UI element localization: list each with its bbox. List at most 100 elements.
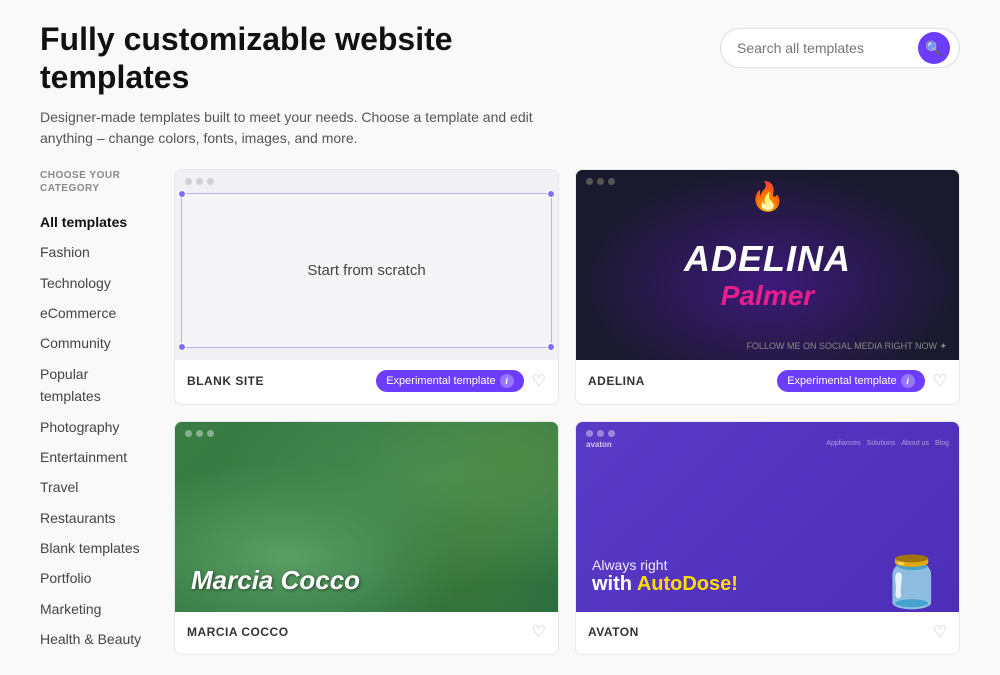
dot-m1 bbox=[185, 430, 192, 437]
adelina-background: 🔥 ADELINA Palmer FOLLOW ME ON SOCIAL MED… bbox=[576, 170, 959, 360]
nav-4: Blog bbox=[935, 440, 949, 449]
template-card-adelina: 🔥 ADELINA Palmer FOLLOW ME ON SOCIAL MED… bbox=[575, 169, 960, 405]
card-name-marcia: MARCIA COCCO bbox=[187, 625, 289, 639]
dot3 bbox=[207, 178, 214, 185]
nav-links: Appliances Solutions About us Blog bbox=[826, 440, 949, 449]
autodose-nav: avaton Appliances Solutions About us Blo… bbox=[576, 440, 959, 449]
nav-3: About us bbox=[901, 440, 929, 449]
avaton-logo: avaton bbox=[586, 440, 612, 449]
sidebar-item-technology[interactable]: Technology bbox=[40, 268, 150, 298]
marcia-background: Marcia Cocco bbox=[175, 422, 558, 612]
card-footer-autodose: AVATON ♡ bbox=[576, 612, 959, 652]
sidebar-category-label: CHOOSE YOUR CATEGORY bbox=[40, 169, 150, 195]
autodose-highlight: AutoDose! bbox=[637, 573, 738, 595]
search-bar: 🔍 bbox=[720, 28, 960, 68]
sidebar-item-entertainment[interactable]: Entertainment bbox=[40, 442, 150, 472]
sidebar-item-marketing[interactable]: Marketing bbox=[40, 594, 150, 624]
start-text: Start from scratch bbox=[307, 262, 425, 279]
card-actions-adelina: Experimental template i ♡ bbox=[777, 370, 947, 392]
adelina-social-icons: FOLLOW ME ON SOCIAL MEDIA RIGHT NOW ✦ bbox=[746, 341, 947, 352]
autodose-line1: Always right bbox=[592, 557, 738, 573]
card-actions-blank: Experimental template i ♡ bbox=[376, 370, 546, 392]
dot1 bbox=[185, 178, 192, 185]
corner-dot-bl bbox=[178, 343, 186, 351]
experimental-badge-adelina: Experimental template i bbox=[777, 370, 924, 392]
adelina-text-block: ADELINA Palmer bbox=[684, 238, 851, 312]
template-card-autodose: avaton Appliances Solutions About us Blo… bbox=[575, 421, 960, 655]
blank-canvas: BLANK SITE Start from scratch bbox=[181, 193, 552, 348]
social-text: FOLLOW ME ON SOCIAL MEDIA RIGHT NOW ✦ bbox=[746, 341, 947, 352]
template-card-blank: BLANK SITE Start from scratch BLANK SITE… bbox=[174, 169, 559, 405]
page-description: Designer-made templates built to meet yo… bbox=[40, 107, 580, 149]
search-button[interactable]: 🔍 bbox=[918, 32, 950, 64]
flame-icon: 🔥 bbox=[750, 180, 785, 213]
sidebar-item-community[interactable]: Community bbox=[40, 328, 150, 358]
corner-dot-tl bbox=[178, 190, 186, 198]
sidebar-item-ecommerce[interactable]: eCommerce bbox=[40, 298, 150, 328]
template-preview-marcia[interactable]: Marcia Cocco bbox=[175, 422, 558, 612]
card-name-blank: BLANK SITE bbox=[187, 374, 264, 388]
card-actions-autodose: ♡ bbox=[933, 622, 947, 642]
sidebar-item-travel[interactable]: Travel bbox=[40, 472, 150, 502]
dot-d1 bbox=[586, 430, 593, 437]
search-icon: 🔍 bbox=[925, 40, 942, 57]
card-name-autodose: AVATON bbox=[588, 625, 639, 639]
leaf-decoration bbox=[328, 422, 558, 612]
sidebar-item-restaurants[interactable]: Restaurants bbox=[40, 503, 150, 533]
marcia-title: Marcia Cocco bbox=[191, 565, 360, 596]
card-footer-adelina: ADELINA Experimental template i ♡ bbox=[576, 360, 959, 402]
main-content: CHOOSE YOUR CATEGORY All templates Fashi… bbox=[40, 169, 960, 655]
dot2 bbox=[196, 178, 203, 185]
dots-row-marcia bbox=[175, 422, 224, 445]
info-icon-blank[interactable]: i bbox=[500, 374, 514, 388]
info-icon-adelina[interactable]: i bbox=[901, 374, 915, 388]
templates-grid: BLANK SITE Start from scratch BLANK SITE… bbox=[174, 169, 960, 655]
autodose-text-block: Always right with AutoDose! bbox=[592, 557, 738, 596]
header-left: Fully customizable website templates Des… bbox=[40, 20, 580, 149]
template-preview-blank[interactable]: BLANK SITE Start from scratch bbox=[175, 170, 558, 360]
template-card-marcia: Marcia Cocco MARCIA COCCO ♡ bbox=[174, 421, 559, 655]
card-actions-marcia: ♡ bbox=[532, 622, 546, 642]
badge-label-blank: Experimental template bbox=[386, 375, 495, 387]
nav-1: Appliances bbox=[826, 440, 860, 449]
dot-a1 bbox=[586, 178, 593, 185]
sidebar-item-all[interactable]: All templates bbox=[40, 207, 150, 237]
dot-d3 bbox=[608, 430, 615, 437]
adelina-name2: Palmer bbox=[721, 280, 814, 311]
template-preview-autodose[interactable]: avaton Appliances Solutions About us Blo… bbox=[576, 422, 959, 612]
sidebar-item-health[interactable]: Health & Beauty bbox=[40, 624, 150, 654]
sidebar-item-fashion[interactable]: Fashion bbox=[40, 237, 150, 267]
dot-m2 bbox=[196, 430, 203, 437]
card-footer-marcia: MARCIA COCCO ♡ bbox=[175, 612, 558, 652]
card-footer-blank: BLANK SITE Experimental template i ♡ bbox=[175, 360, 558, 402]
dot-a3 bbox=[608, 178, 615, 185]
sidebar: CHOOSE YOUR CATEGORY All templates Fashi… bbox=[40, 169, 150, 655]
favorite-button-autodose[interactable]: ♡ bbox=[933, 622, 947, 642]
dots-row-adelina bbox=[576, 170, 625, 193]
sidebar-item-blank[interactable]: Blank templates bbox=[40, 533, 150, 563]
sidebar-item-popular[interactable]: Popular templates bbox=[40, 359, 150, 412]
dot-m3 bbox=[207, 430, 214, 437]
favorite-button-blank[interactable]: ♡ bbox=[532, 371, 546, 391]
template-preview-adelina[interactable]: 🔥 ADELINA Palmer FOLLOW ME ON SOCIAL MED… bbox=[576, 170, 959, 360]
page-container: Fully customizable website templates Des… bbox=[0, 0, 1000, 675]
adelina-name1: ADELINA bbox=[684, 238, 851, 280]
corner-dot-br bbox=[547, 343, 555, 351]
header: Fully customizable website templates Des… bbox=[40, 20, 960, 149]
card-name-adelina: ADELINA bbox=[588, 374, 645, 388]
search-input[interactable] bbox=[737, 40, 918, 56]
favorite-button-adelina[interactable]: ♡ bbox=[933, 371, 947, 391]
experimental-badge-blank: Experimental template i bbox=[376, 370, 523, 392]
sidebar-item-portfolio[interactable]: Portfolio bbox=[40, 563, 150, 593]
page-title: Fully customizable website templates bbox=[40, 20, 580, 97]
autodose-line2: with AutoDose! bbox=[592, 573, 738, 595]
badge-label-adelina: Experimental template bbox=[787, 375, 896, 387]
autodose-background: Always right with AutoDose! 🫙 bbox=[576, 422, 959, 612]
dot-d2 bbox=[597, 430, 604, 437]
favorite-button-marcia[interactable]: ♡ bbox=[532, 622, 546, 642]
corner-dot-tr bbox=[547, 190, 555, 198]
autodose-appliance: 🫙 bbox=[881, 553, 943, 612]
nav-2: Solutions bbox=[867, 440, 896, 449]
dot-a2 bbox=[597, 178, 604, 185]
sidebar-item-photography[interactable]: Photography bbox=[40, 412, 150, 442]
